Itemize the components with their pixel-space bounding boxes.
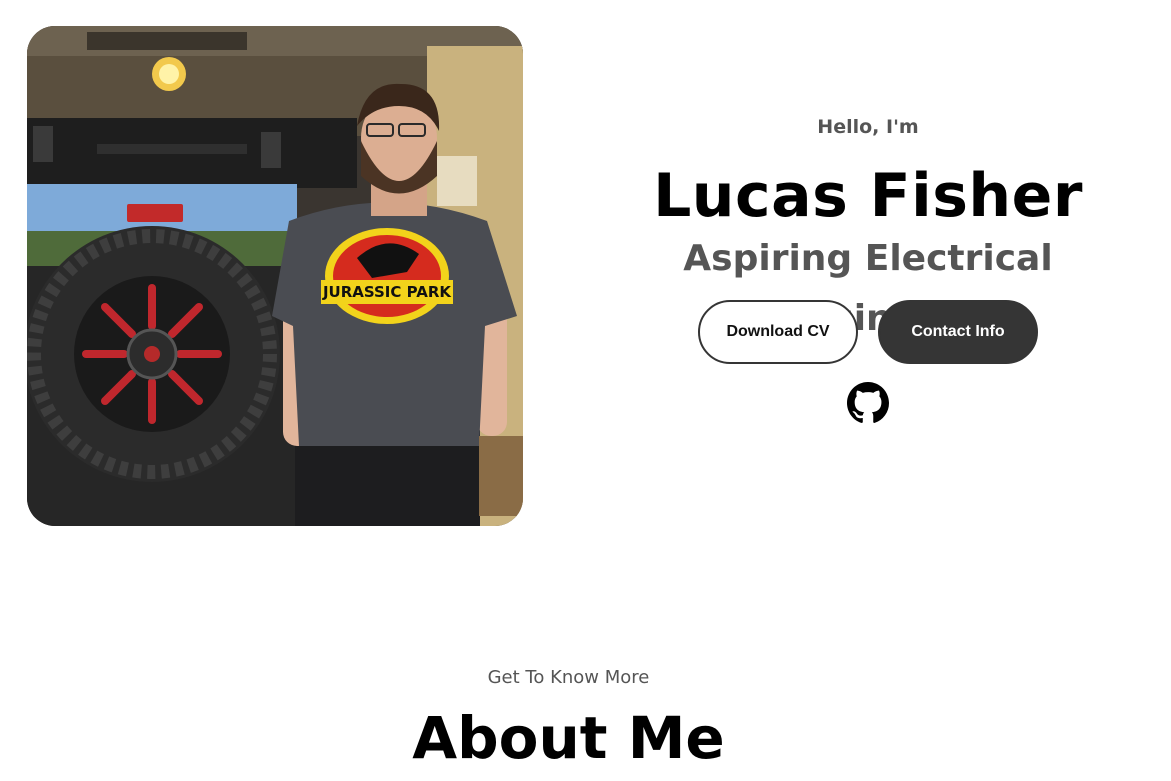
portfolio-page: JURASSIC PARK Hello, I'm Lucas Fisher As… bbox=[0, 0, 1171, 781]
about-subtitle: Get To Know More bbox=[487, 667, 650, 688]
svg-text:JURASSIC PARK: JURASSIC PARK bbox=[322, 283, 452, 301]
hero-section: Hello, I'm Lucas Fisher Aspiring Electri… bbox=[590, 112, 1146, 424]
github-icon[interactable] bbox=[847, 382, 889, 424]
page-title: Lucas Fisher bbox=[653, 161, 1083, 231]
about-title: About Me bbox=[412, 704, 725, 772]
contact-info-button[interactable]: Contact Info bbox=[878, 300, 1038, 364]
greeting-text: Hello, I'm bbox=[817, 116, 919, 138]
about-section: Get To Know More About Me bbox=[0, 662, 1137, 778]
download-cv-button[interactable]: Download CV bbox=[698, 300, 858, 364]
role-subtitle: Aspiring Electrical Engineer bbox=[683, 238, 1053, 339]
social-links bbox=[590, 382, 1146, 424]
profile-photo: JURASSIC PARK bbox=[27, 26, 523, 526]
